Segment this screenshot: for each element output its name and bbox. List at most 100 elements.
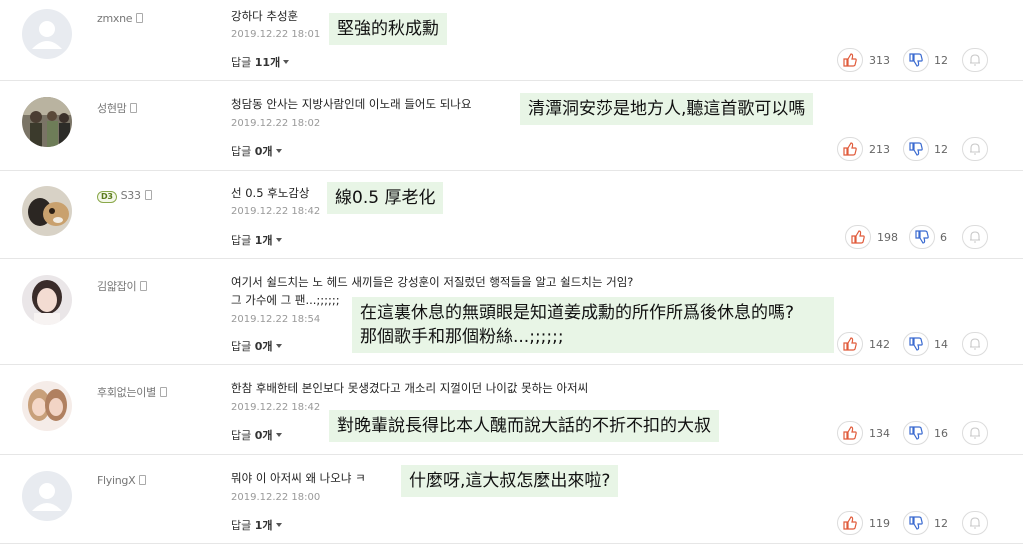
reply-toggle[interactable]: 답글 1개 [231,232,282,248]
comment-date: 2019.12.22 18:00 [231,492,321,503]
translation-caption: 堅強的秋成勳 [329,13,447,45]
thumbs-up-icon [843,426,857,440]
mobile-icon [130,103,138,113]
like-count: 213 [869,143,890,156]
level-badge: D3 [97,191,117,203]
mobile-icon [136,13,144,23]
dislike-button[interactable] [909,225,935,249]
like-count: 142 [869,338,890,351]
report-button[interactable] [962,225,988,249]
dislike-button[interactable] [903,511,929,535]
reply-toggle[interactable]: 답글 11개 [231,54,290,70]
dislike-count: 14 [934,338,948,351]
bell-icon [970,427,980,439]
username[interactable]: 후회없는이별 [97,384,167,400]
thumbs-down-icon [909,426,923,440]
comment-date: 2019.12.22 18:42 [231,206,321,217]
bell-icon [970,338,980,350]
comment-item: 김얇잡이 여기서 쉴드치는 노 헤드 새끼들은 강성훈이 저질렀던 행적들을 알… [0,259,1023,365]
report-button[interactable] [962,421,988,445]
report-button[interactable] [962,48,988,72]
bell-icon [970,231,980,243]
like-count: 134 [869,427,890,440]
thumbs-down-icon [909,516,923,530]
bell-icon [970,54,980,66]
dislike-count: 16 [934,427,948,440]
comment-date: 2019.12.22 18:02 [231,118,321,129]
thumbs-up-icon [843,53,857,67]
default-avatar[interactable] [22,9,72,59]
dislike-count: 12 [934,54,948,67]
comment-text-line2: 그 가수에 그 팬...;;;;;; [231,293,340,307]
translation-caption: 對晚輩說長得比本人醜而說大話的不折不扣的大叔 [329,410,719,442]
user-avatar[interactable] [22,186,72,236]
thumbs-up-icon [843,516,857,530]
thumbs-up-icon [843,142,857,156]
mobile-icon [159,387,167,397]
report-button[interactable] [962,511,988,535]
comment-item: 후회없는이별 한참 후배한테 본인보다 못생겼다고 개소리 지껄이던 나이값 못… [0,365,1023,455]
dislike-button[interactable] [903,48,929,72]
user-avatar[interactable] [22,275,72,325]
mobile-icon [139,475,147,485]
translation-line: 在這裏休息的無頭眼是知道姜成勳的所作所爲後休息的嗎? [360,303,795,323]
thumbs-down-icon [915,230,929,244]
reply-toggle[interactable]: 답글 0개 [231,143,282,159]
comment-text: 청담동 안사는 지방사람인데 이노래 들어도 되나요 [231,97,472,111]
like-count: 119 [869,517,890,530]
reply-toggle[interactable]: 답글 0개 [231,338,282,354]
like-button[interactable] [837,48,863,72]
dislike-button[interactable] [903,421,929,445]
username[interactable]: 성현맘 [97,100,138,116]
user-avatar[interactable] [22,97,72,147]
comment-date: 2019.12.22 18:42 [231,402,321,413]
mobile-icon [144,190,152,200]
report-button[interactable] [962,137,988,161]
like-button[interactable] [837,137,863,161]
dislike-count: 6 [940,231,947,244]
thumbs-down-icon [909,142,923,156]
dislike-button[interactable] [903,332,929,356]
translation-caption: 什麼呀,這大叔怎麼出來啦? [401,465,619,497]
like-button[interactable] [845,225,871,249]
username[interactable]: D3 S33 [97,189,152,203]
comment-date: 2019.12.22 18:01 [231,29,321,40]
bell-icon [970,517,980,529]
comment-item: 성현맘 청담동 안사는 지방사람인데 이노래 들어도 되나요 2019.12.2… [0,81,1023,171]
mobile-icon [140,281,148,291]
username[interactable]: 김얇잡이 [97,278,148,294]
report-button[interactable] [962,332,988,356]
comment-item: D3 S33 선 0.5 후노감상 2019.12.22 18:42 답글 1개 … [0,171,1023,259]
reply-toggle[interactable]: 답글 1개 [231,517,282,533]
caret-down-icon [275,433,282,437]
username[interactable]: FlyingX [97,474,147,487]
caret-down-icon [283,60,290,64]
like-button[interactable] [837,332,863,356]
comment-text: 여기서 쉴드치는 노 헤드 새끼들은 강성훈이 저질렀던 행적들을 알고 쉴드치… [231,275,634,289]
comment-date: 2019.12.22 18:54 [231,314,321,325]
translation-line: 那個歌手和那個粉絲...;;;;;; [360,327,564,347]
like-count: 313 [869,54,890,67]
reply-toggle[interactable]: 답글 0개 [231,427,282,443]
thumbs-down-icon [909,53,923,67]
comment-text: 선 0.5 후노감상 [231,186,310,200]
dislike-count: 12 [934,517,948,530]
comment-text: 강하다 추성훈 [231,9,299,23]
translation-caption: 線0.5 厚老化 [327,182,444,214]
username[interactable]: zmxne [97,12,144,25]
caret-down-icon [275,149,282,153]
comment-item: zmxne 강하다 추성훈 2019.12.22 18:01 답글 11개 堅強… [0,0,1023,81]
dislike-button[interactable] [903,137,929,161]
like-button[interactable] [837,421,863,445]
caret-down-icon [275,238,282,242]
like-button[interactable] [837,511,863,535]
comment-text: 한참 후배한테 본인보다 못생겼다고 개소리 지껄이던 나이값 못하는 아저씨 [231,381,589,395]
comment-item: FlyingX 뭐야 이 아저씨 왜 나오냐 ㅋ 2019.12.22 18:0… [0,455,1023,544]
thumbs-up-icon [843,337,857,351]
thumbs-down-icon [909,337,923,351]
translation-caption: 在這裏休息的無頭眼是知道姜成勳的所作所爲後休息的嗎? 那個歌手和那個粉絲...;… [352,297,834,353]
default-avatar[interactable] [22,471,72,521]
caret-down-icon [275,523,282,527]
user-avatar[interactable] [22,381,72,431]
thumbs-up-icon [851,230,865,244]
